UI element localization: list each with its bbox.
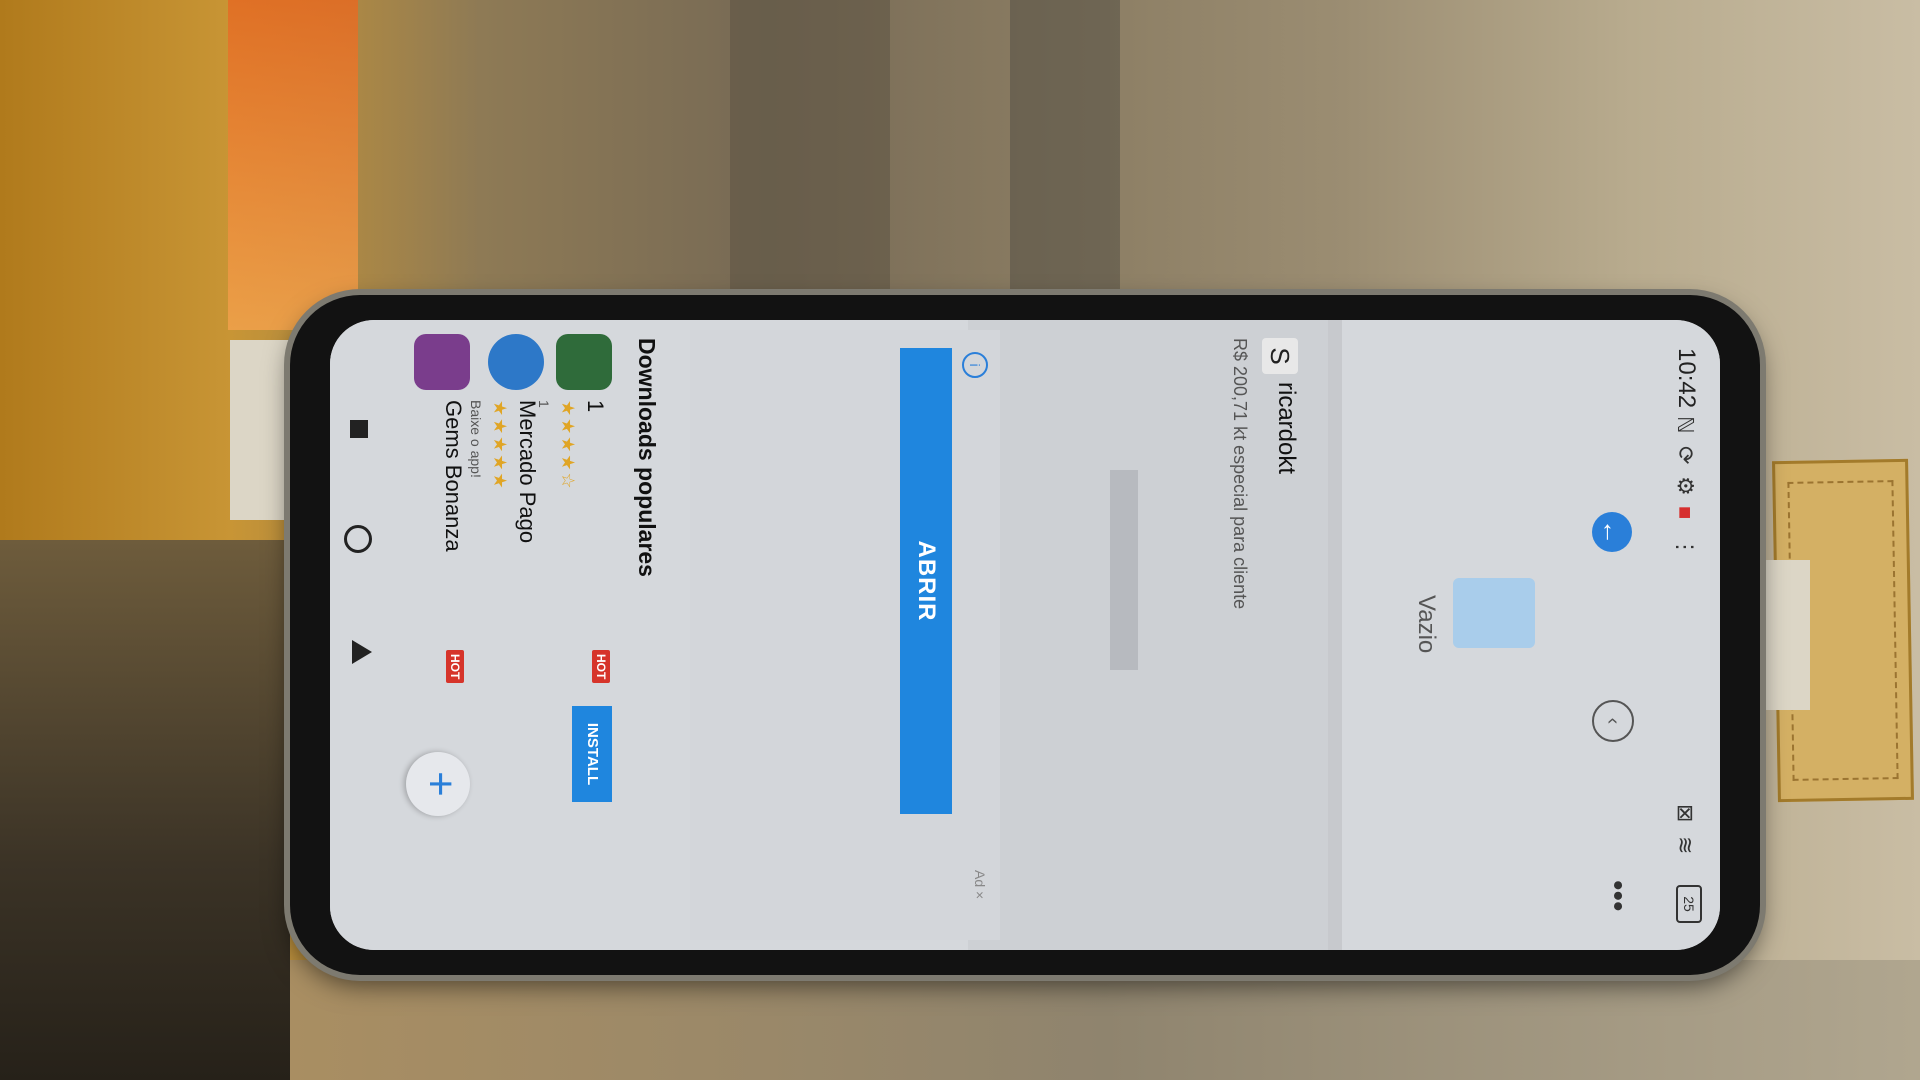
mercado-pago-icon bbox=[488, 334, 544, 390]
background-dark-left bbox=[0, 540, 290, 1080]
app-rating: ★★★★★ bbox=[490, 400, 510, 491]
gear-icon: ⚙ bbox=[1673, 476, 1698, 496]
empty-state-label: Vazio bbox=[1413, 595, 1440, 654]
background-table bbox=[290, 960, 1920, 1080]
avatar: S bbox=[1262, 338, 1298, 374]
recent-apps-icon[interactable] bbox=[350, 420, 368, 438]
phone-device: 10:42 ℕ ⟳ ⚙ ■ ⋮ ⊠ ≋ 25 ← ‹ ••• Vazio S r… bbox=[290, 295, 1760, 975]
back-triangle-icon[interactable] bbox=[352, 640, 372, 664]
app-subtitle: Baixe o app! bbox=[468, 400, 484, 478]
info-icon[interactable]: i bbox=[962, 352, 988, 378]
background-beam bbox=[730, 0, 890, 290]
open-button[interactable]: ABRIR bbox=[900, 348, 952, 814]
mahjong-app-icon bbox=[556, 334, 612, 390]
battery-indicator: 25 bbox=[1676, 885, 1702, 923]
phone-screen: 10:42 ℕ ⟳ ⚙ ■ ⋮ ⊠ ≋ 25 ← ‹ ••• Vazio S r… bbox=[330, 320, 1720, 950]
home-icon[interactable] bbox=[344, 525, 372, 553]
more-options-icon[interactable]: ••• bbox=[1600, 880, 1634, 912]
app-name: 1 bbox=[583, 400, 608, 413]
status-time: 10:42 bbox=[1673, 348, 1700, 409]
hot-badge: HOT bbox=[592, 650, 610, 684]
top-bar: ← ‹ ••• bbox=[1550, 320, 1660, 950]
background-orange-object bbox=[228, 0, 358, 330]
background-beam-2 bbox=[1010, 0, 1120, 300]
ad-banner: i Ad × ABRIR bbox=[690, 330, 1000, 940]
nfc-icon: ℕ bbox=[1673, 416, 1698, 434]
listing-price: R$ 200,71 kt especial para cliente bbox=[1230, 338, 1250, 610]
chevron-circle-icon[interactable]: ‹ bbox=[1592, 700, 1634, 742]
sync-icon: ⟳ bbox=[1673, 446, 1698, 465]
navigation-bar bbox=[330, 320, 380, 950]
install-button[interactable]: INSTALL bbox=[572, 706, 612, 802]
back-arrow-icon[interactable]: ← bbox=[1592, 512, 1632, 552]
add-fab-button[interactable]: + bbox=[406, 752, 470, 816]
app-name: Gems Bonanza bbox=[441, 400, 466, 552]
app-rating: ★★★★☆ bbox=[558, 400, 578, 491]
ad-tag[interactable]: Ad × bbox=[972, 870, 988, 899]
more-dots-icon: ⋮ bbox=[1673, 536, 1698, 558]
listing-image bbox=[1110, 470, 1138, 670]
seller-name: ricardokt bbox=[1273, 382, 1300, 475]
hot-badge: HOT bbox=[446, 650, 464, 684]
section-title: Downloads populares bbox=[634, 338, 660, 577]
listing-card[interactable]: S ricardokt R$ 200,71 kt especial para c… bbox=[968, 320, 1328, 950]
empty-folder-icon bbox=[1453, 578, 1535, 648]
phone-clamp-left bbox=[230, 340, 290, 520]
close-box-icon: ⊠ bbox=[1673, 804, 1698, 823]
app-name: Mercado Pago bbox=[515, 400, 540, 544]
app-screen: 10:42 ℕ ⟳ ⚙ ■ ⋮ ⊠ ≋ 25 ← ‹ ••• Vazio S r… bbox=[330, 320, 1720, 950]
wifi-icon: ≋ bbox=[1673, 836, 1698, 855]
section-divider bbox=[1328, 320, 1342, 950]
gems-bonanza-icon bbox=[414, 334, 470, 390]
notification-icon: ■ bbox=[1673, 506, 1698, 520]
